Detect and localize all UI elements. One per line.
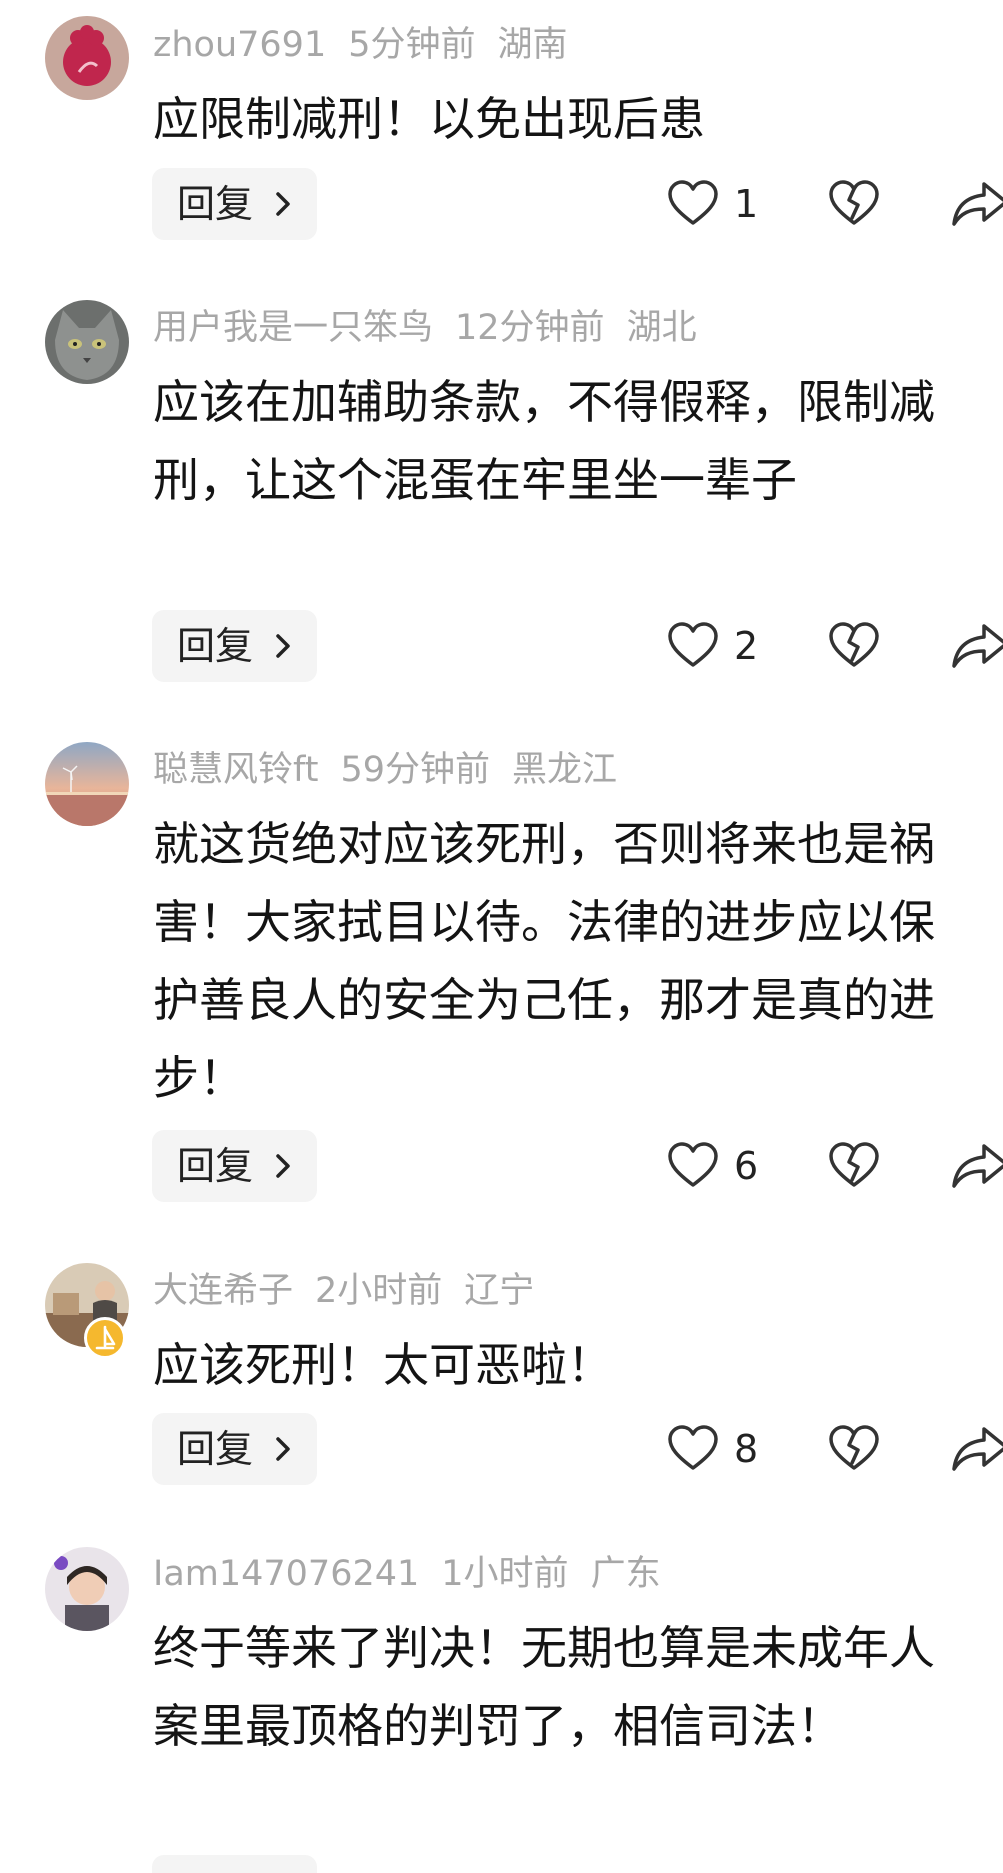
broken-heart-icon[interactable] (828, 1140, 880, 1192)
like-count: 2 (734, 624, 759, 668)
share-icon[interactable] (950, 620, 1003, 672)
comment-meta: zhou7691 5分钟前 湖南 (153, 20, 590, 70)
comment-location: 黑龙江 (511, 750, 617, 790)
comment-meta: 用户我是一只笨鸟 12分钟前 湖北 (153, 303, 719, 353)
comment-username[interactable]: zhou7691 (153, 25, 326, 65)
comment-time: 59分钟前 (340, 750, 490, 790)
comment-username[interactable]: 大连希子 (153, 1271, 293, 1311)
comment-meta: 大连希子 2小时前 辽宁 (153, 1266, 556, 1316)
comment-time: 2小时前 (315, 1271, 443, 1311)
chevron-right-icon (276, 634, 290, 658)
reply-button[interactable]: 回复 (152, 1413, 317, 1485)
heart-icon[interactable] (667, 1140, 719, 1192)
comment-time: 1小时前 (441, 1554, 569, 1594)
comment-location: 湖北 (626, 308, 697, 348)
like-count: 1 (734, 182, 759, 226)
reply-label: 回复 (177, 624, 254, 668)
comment-text: 应限制减刑！以免出现后患 (153, 92, 705, 146)
chevron-right-icon (276, 1154, 290, 1178)
comment-meta: 聪慧风铃ft 59分钟前 黑龙江 (153, 745, 639, 795)
like-count: 6 (734, 1144, 759, 1188)
chevron-right-icon (276, 1437, 290, 1461)
reply-button[interactable]: 回复 (152, 168, 317, 240)
reply-button[interactable] (152, 1855, 317, 1873)
reply-label: 回复 (177, 182, 254, 226)
broken-heart-icon[interactable] (828, 1423, 880, 1475)
reply-button[interactable]: 回复 (152, 610, 317, 682)
broken-heart-icon[interactable] (828, 178, 880, 230)
share-icon[interactable] (950, 1140, 1003, 1192)
comment-location: 湖南 (497, 25, 568, 65)
comment-text: 终于等来了判决！无期也算是未成年人案里最顶格的判罚了，相信司法！ (153, 1621, 935, 1753)
share-icon[interactable] (950, 1423, 1003, 1475)
broken-heart-icon[interactable] (828, 620, 880, 672)
heart-icon[interactable] (667, 1423, 719, 1475)
comment-actions (0, 1855, 1003, 1873)
share-icon[interactable] (950, 178, 1003, 230)
reply-label: 回复 (177, 1427, 254, 1471)
comment-meta: Iam147076241 1小时前 广东 (153, 1549, 683, 1599)
reply-button[interactable]: 回复 (152, 1130, 317, 1202)
comment-time: 12分钟前 (455, 308, 605, 348)
comment-actions: 回复 8 (0, 1413, 1003, 1485)
comment-actions: 回复 2 (0, 610, 1003, 682)
user-avatar[interactable] (45, 16, 129, 100)
comment-actions: 回复 1 (0, 168, 1003, 240)
user-avatar[interactable] (45, 742, 129, 826)
heart-icon[interactable] (667, 620, 719, 672)
verified-badge-icon (84, 1317, 126, 1359)
comment-location: 广东 (590, 1554, 661, 1594)
reply-label: 回复 (177, 1144, 254, 1188)
heart-icon[interactable] (667, 178, 719, 230)
comment-actions: 回复 6 (0, 1130, 1003, 1202)
comment-username[interactable]: 聪慧风铃ft (153, 750, 318, 790)
chevron-right-icon (276, 192, 290, 216)
comment-text: 应该在加辅助条款，不得假释，限制减刑，让这个混蛋在牢里坐一辈子 (153, 375, 935, 507)
comment-text: 就这货绝对应该死刑，否则将来也是祸害！大家拭目以待。法律的进步应以保护善良人的安… (153, 817, 935, 1105)
comment-username[interactable]: Iam147076241 (153, 1554, 419, 1594)
user-avatar[interactable] (45, 1547, 129, 1631)
comment-time: 5分钟前 (348, 25, 476, 65)
user-avatar[interactable] (45, 300, 129, 384)
like-count: 8 (734, 1427, 759, 1471)
comment-text: 应该死刑！太可恶啦！ (153, 1338, 613, 1392)
comment-location: 辽宁 (464, 1271, 535, 1311)
comment-username[interactable]: 用户我是一只笨鸟 (153, 308, 433, 348)
